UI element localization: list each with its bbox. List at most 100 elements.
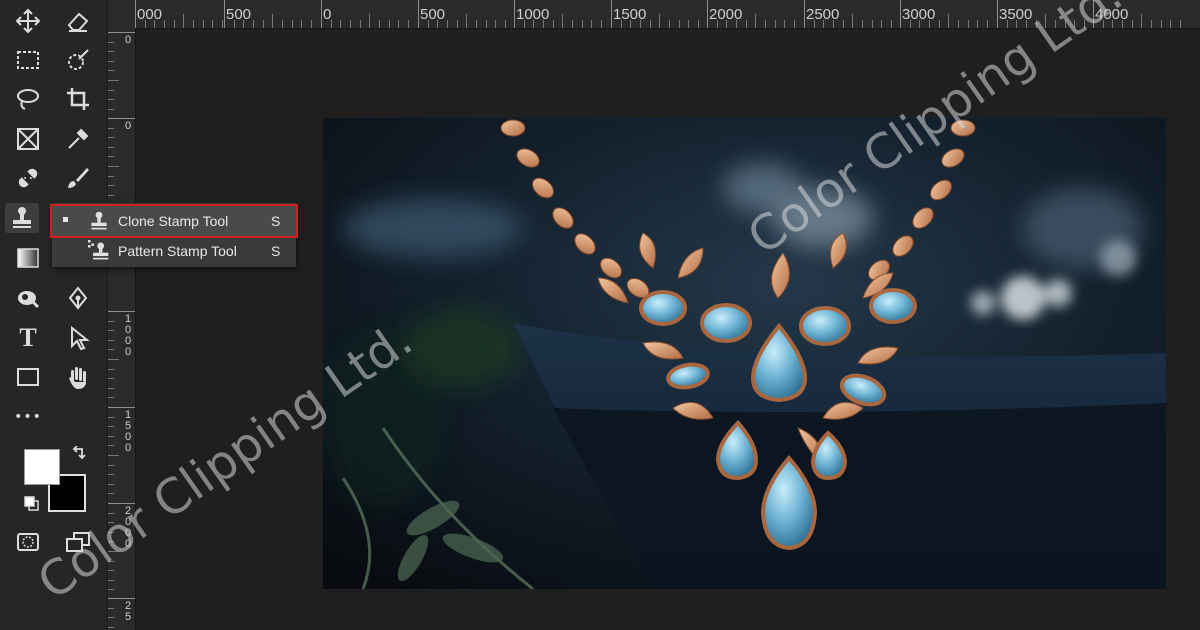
crop-icon [67,88,89,110]
ruler-minor-tick [832,20,834,28]
ruler-minor-tick [552,20,554,28]
ruler-minor-tick [107,435,114,437]
default-colors-icon[interactable] [24,496,40,516]
ruler-minor-tick [107,99,114,101]
ruler-major-tick [107,598,135,599]
pen-tool[interactable] [61,283,95,313]
gradient-icon [17,248,39,268]
ruler-major-tick [611,0,612,28]
ruler-minor-tick [107,387,114,389]
ruler-minor-tick [823,20,825,28]
ruler-label: 500 [226,6,252,23]
frame-tool[interactable] [11,124,45,154]
ruler-minor-tick [359,20,361,28]
ruler-major-tick [107,311,135,312]
ruler-minor-tick [107,493,114,495]
crop-tool[interactable] [61,84,95,114]
pattern-stamp-icon [88,240,109,260]
ruler-minor-tick [591,20,593,28]
ruler-minor-tick [107,483,114,485]
ruler-minor-tick [107,320,114,322]
menu-item-clone-stamp-tool[interactable]: Clone Stamp Tool S [50,204,298,238]
ruler-major-tick [321,0,322,28]
eraser-tool[interactable] [61,6,95,36]
quick-selection-tool[interactable] [61,45,95,75]
lasso-tool[interactable] [11,84,45,114]
hand-tool[interactable] [61,362,95,392]
selected-indicator [63,217,68,222]
pen-icon [68,286,88,310]
quick-mask-button[interactable] [11,527,45,557]
ruler-minor-tick [581,20,583,28]
more-tools[interactable]: ••• [11,402,45,432]
ruler-minor-tick [735,20,737,28]
stamp-icon [13,207,31,228]
ruler-minor-tick [571,20,573,28]
ruler-minor-tick [697,20,699,28]
brush-tool[interactable] [61,163,95,193]
ruler-minor-tick [107,330,114,332]
swap-colors-icon[interactable] [70,445,88,468]
ruler-minor-tick [620,20,622,28]
ruler-minor-tick [107,60,114,62]
dodge-tool[interactable] [11,283,45,313]
eyedropper-tool[interactable] [61,124,95,154]
ruler-minor-tick [310,20,312,28]
rect-marquee-icon [17,51,39,69]
ruler-label: 500 [420,6,446,23]
ruler-minor-tick [600,20,602,28]
menu-item-pattern-stamp-tool[interactable]: Pattern Stamp Tool S [52,236,296,266]
ruler-minor-tick [928,20,930,28]
ruler-minor-tick [378,20,380,28]
clone-stamp-tool[interactable] [5,203,39,233]
ruler-minor-tick [349,20,351,28]
ruler-major-tick [900,0,901,28]
foreground-color-swatch[interactable] [24,449,60,485]
ruler-minor-tick [1141,14,1143,28]
ruler-minor-tick [668,20,670,28]
ruler-minor-tick [107,70,114,72]
ruler-label: 000 [137,6,163,23]
ruler-minor-tick [107,368,114,370]
ruler-minor-tick [1121,20,1123,28]
ruler-minor-tick [1160,20,1162,28]
ruler-minor-tick [852,14,854,28]
type-icon: T [19,323,37,352]
ruler-minor-tick [107,416,114,418]
document-image-necklace[interactable] [323,118,1166,589]
frame-icon [17,128,39,150]
ruler-minor-tick [107,607,114,609]
path-selection-tool[interactable] [61,323,95,353]
marquee-tool[interactable] [11,45,45,75]
stamp-tool-flyout-menu: Clone Stamp Tool S Pattern Stamp Tool S [50,203,298,267]
ruler-minor-tick [504,20,506,28]
ruler-minor-tick [466,14,468,28]
type-tool[interactable]: T [11,323,45,353]
ruler-minor-tick [764,20,766,28]
stamp-icon [91,211,107,230]
ruler-minor-tick [107,397,114,399]
ruler-minor-tick [107,166,119,167]
ruler-minor-tick [107,156,114,158]
ruler-minor-tick [340,20,342,28]
ruler-minor-tick [938,20,940,28]
ruler-major-tick [224,0,225,28]
ruler-minor-tick [407,20,409,28]
ruler-minor-tick [398,20,400,28]
ruler-minor-tick [107,194,114,196]
ruler-minor-tick [881,20,883,28]
ruler-minor-tick [281,20,283,28]
ruler-minor-tick [369,14,371,28]
ruler-minor-tick [107,339,114,341]
gradient-tool[interactable] [11,243,45,273]
hand-icon [69,367,86,389]
ruler-minor-tick [871,20,873,28]
move-tool[interactable] [11,6,45,36]
ruler-minor-tick [1131,20,1133,28]
menu-item-shortcut: S [271,243,281,259]
healing-brush-tool[interactable] [11,163,45,193]
rectangle-tool[interactable] [11,362,45,392]
ruler-minor-tick [107,175,114,177]
ruler-major-tick [135,0,136,28]
ruler-major-tick [804,0,805,28]
